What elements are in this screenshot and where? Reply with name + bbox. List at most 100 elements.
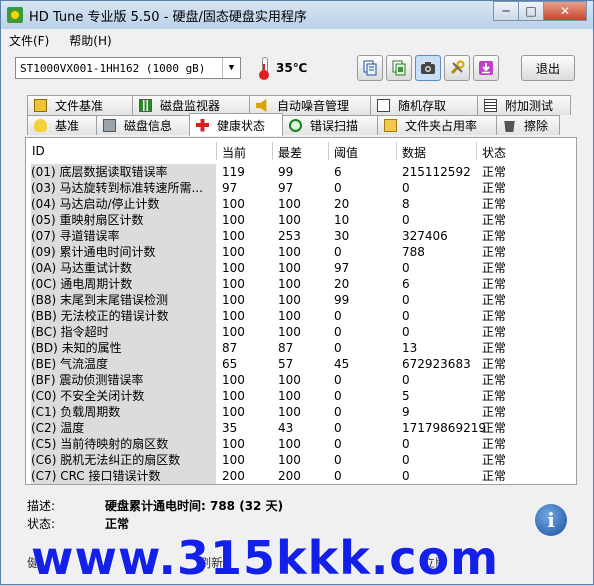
header-worst[interactable]: 最差 [278,144,302,161]
cell-worst: 100 [278,437,301,451]
cell-attribute: (C6) 脱机无法纠正的扇区数 [31,452,216,468]
info-icon[interactable]: i [535,504,567,536]
window-title: HD Tune 专业版 5.50 - 硬盘/固态硬盘实用程序 [29,9,307,25]
table-row[interactable]: (03) 马达旋转到标准转速所需... 97 97 0 0 正常 [26,180,578,196]
cell-data: 8 [402,197,410,211]
tab-folder-usage[interactable]: 文件夹占用率 [377,115,497,135]
tab-disk-info[interactable]: 磁盘信息 [96,115,190,135]
table-row[interactable]: (05) 重映射扇区计数 100 100 10 0 正常 [26,212,578,228]
chevron-down-icon[interactable]: ▼ [222,58,240,78]
table-row[interactable]: (C7) CRC 接口错误计数 200 200 0 0 正常 [26,468,578,484]
cell-threshold: 99 [334,293,350,307]
cell-status: 正常 [482,213,507,227]
table-row[interactable]: (07) 寻道错误率 100 253 30 327406 正常 [26,228,578,244]
close-button[interactable]: ✕ [543,1,587,21]
table-row[interactable]: (0A) 马达重试计数 100 100 97 0 正常 [26,260,578,276]
table-row[interactable]: (01) 底层数据读取错误率 119 99 6 215112592 正常 [26,164,578,180]
cell-current: 100 [222,325,245,339]
cell-attribute: (03) 马达旋转到标准转速所需... [31,180,216,196]
header-data[interactable]: 数据 [402,144,426,161]
cell-status: 正常 [482,229,507,243]
cell-attribute: (BE) 气流温度 [31,356,216,372]
cell-attribute: (C7) CRC 接口错误计数 [31,468,216,484]
cell-attribute: (C0) 不安全关闭计数 [31,388,216,404]
cell-data: 0 [402,325,410,339]
description-value: 硬盘累计通电时间: 788 (32 天) [105,499,284,513]
table-row[interactable]: (BC) 指令超时 100 100 0 0 正常 [26,324,578,340]
tab-extra-tests[interactable]: 附加测试 [477,95,571,115]
cell-attribute: (0C) 通电周期计数 [31,276,216,292]
options-button[interactable] [444,55,470,81]
cell-current: 100 [222,309,245,323]
cell-status: 正常 [482,421,507,435]
tab-benchmark[interactable]: 基准 [27,115,97,135]
tools-icon [450,60,465,75]
tab-random-access[interactable]: 随机存取 [370,95,478,115]
cell-threshold: 0 [334,309,342,323]
maximize-button[interactable]: □ [518,1,544,21]
table-row[interactable]: (C0) 不安全关闭计数 100 100 0 5 正常 [26,388,578,404]
temperature-readout: 35℃ [276,61,308,75]
file-benchmark-icon [34,99,47,112]
cell-data: 0 [402,437,410,451]
tab-disk-monitor[interactable]: 磁盘监视器 [132,95,250,115]
cell-current: 100 [222,213,245,227]
cell-data: 0 [402,213,410,227]
cell-threshold: 97 [334,261,350,275]
table-row[interactable]: (09) 累计通电时间计数 100 100 0 788 正常 [26,244,578,260]
tab-erase[interactable]: 擦除 [496,115,560,135]
cell-status: 正常 [482,181,507,195]
table-row[interactable]: (BF) 震动侦测错误率 100 100 0 0 正常 [26,372,578,388]
table-row[interactable]: (0C) 通电周期计数 100 100 20 6 正常 [26,276,578,292]
cell-data: 327406 [402,229,448,243]
cell-current: 100 [222,293,245,307]
tabs-bottom: 基准 磁盘信息 健康状态 错误扫描 文件夹占用率 擦除 [27,113,560,136]
cell-worst: 100 [278,245,301,259]
copy-info-icon [363,60,377,76]
download-icon [479,61,493,75]
header-id[interactable]: ID [32,144,45,158]
trash-icon [504,120,515,132]
main-window: HD Tune 专业版 5.50 - 硬盘/固态硬盘实用程序 ─ □ ✕ 文件(… [0,0,594,585]
tab-noise-management[interactable]: 自动噪音管理 [249,95,371,115]
tab-file-benchmark[interactable]: 文件基准 [27,95,133,115]
table-row[interactable]: (04) 马达启动/停止计数 100 100 20 8 正常 [26,196,578,212]
header-current[interactable]: 当前 [222,144,246,161]
cell-data: 672923683 [402,357,471,371]
cell-attribute: (C2) 温度 [31,420,216,436]
title-bar[interactable]: HD Tune 专业版 5.50 - 硬盘/固态硬盘实用程序 ─ □ ✕ [1,1,593,29]
screenshot-button[interactable] [415,55,441,81]
cell-attribute: (09) 累计通电时间计数 [31,244,216,260]
header-threshold[interactable]: 阈值 [334,144,358,161]
thermometer-icon [257,56,271,80]
cell-current: 87 [222,341,238,355]
table-row[interactable]: (BE) 气流温度 65 57 45 672923683 正常 [26,356,578,372]
cell-attribute: (04) 马达启动/停止计数 [31,196,216,212]
table-row[interactable]: (BB) 无法校正的错误计数 100 100 0 0 正常 [26,308,578,324]
cell-status: 正常 [482,453,507,467]
random-access-icon [377,99,390,112]
header-status[interactable]: 状态 [482,144,506,161]
cell-worst: 100 [278,373,301,387]
tabs-top: 文件基准 磁盘监视器 自动噪音管理 随机存取 附加测试 [27,95,571,115]
save-button[interactable] [473,55,499,81]
table-row[interactable]: (B8) 末尾到末尾错误检测 100 100 99 0 正常 [26,292,578,308]
copy-screen-button[interactable] [386,55,412,81]
copy-info-button[interactable] [357,55,383,81]
exit-button[interactable]: 退出 [521,55,575,81]
table-row[interactable]: (BD) 未知的属性 87 87 0 13 正常 [26,340,578,356]
menu-help[interactable]: 帮助(H) [69,32,111,49]
cell-threshold: 30 [334,229,350,243]
lightbulb-icon [34,119,47,132]
table-row[interactable]: (C2) 温度 35 43 0 17179869219 正常 [26,420,578,436]
table-row[interactable]: (C6) 脱机无法纠正的扇区数 100 100 0 0 正常 [26,452,578,468]
table-row[interactable]: (C1) 负载周期数 100 100 0 9 正常 [26,404,578,420]
minimize-button[interactable]: ─ [493,1,519,21]
drive-select[interactable]: ST1000VX001-1HH162 (1000 gB) ▼ [15,57,241,79]
table-row[interactable]: (C5) 当前待映射的扇区数 100 100 0 0 正常 [26,436,578,452]
tab-error-scan[interactable]: 错误扫描 [282,115,378,135]
speaker-icon [256,99,267,112]
tab-health[interactable]: 健康状态 [189,113,283,136]
cell-worst: 99 [278,165,294,179]
menu-file[interactable]: 文件(F) [9,32,49,49]
